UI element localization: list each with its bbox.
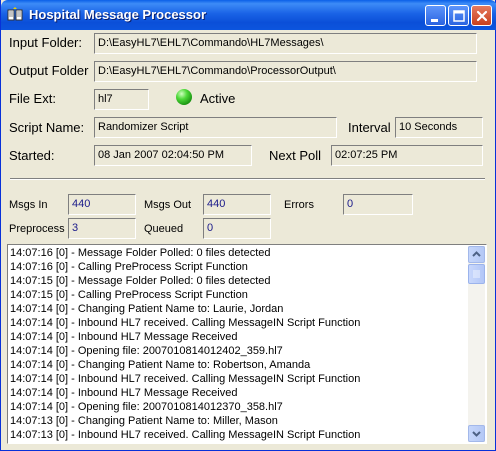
log-line[interactable]: 14:07:14 [0] - Changing Patient Name to:… — [10, 358, 466, 372]
errors-label: Errors — [284, 199, 314, 211]
log-line[interactable]: 14:07:14 [0] - Changing Patient Name to:… — [10, 302, 466, 316]
grip-icon — [473, 270, 480, 278]
log-scrollbar[interactable] — [468, 246, 485, 442]
output-folder-field[interactable]: D:\EasyHL7\EHL7\Commando\ProcessorOutput… — [94, 61, 477, 82]
log-line[interactable]: 14:07:14 [0] - Inbound HL7 received. Cal… — [10, 372, 466, 386]
file-ext-field[interactable]: hl7 — [94, 89, 149, 110]
file-ext-label: File Ext: — [9, 91, 56, 106]
script-name-field[interactable]: Randomizer Script — [94, 117, 337, 138]
maximize-icon — [453, 10, 465, 22]
next-poll-label: Next Poll — [269, 148, 322, 163]
errors-value: 0 — [343, 194, 413, 215]
separator — [10, 178, 485, 180]
status-label: Active — [200, 91, 236, 106]
close-icon — [476, 10, 488, 22]
queued-label: Queued — [144, 223, 184, 235]
msgs-in-value: 440 — [68, 194, 136, 215]
close-button[interactable] — [471, 5, 492, 26]
msgs-out-value: 440 — [203, 194, 271, 215]
chevron-up-icon — [472, 251, 481, 257]
log-line[interactable]: 14:07:16 [0] - Calling PreProcess Script… — [10, 260, 466, 274]
output-folder-label: Output Folder — [9, 63, 89, 78]
window-title: Hospital Message Processor — [29, 7, 207, 22]
input-folder-field[interactable]: D:\EasyHL7\EHL7\Commando\HL7Messages\ — [94, 33, 477, 54]
input-folder-label: Input Folder: — [9, 35, 82, 50]
log-line[interactable]: 14:07:13 [0] - Changing Patient Name to:… — [10, 414, 466, 428]
title-bar[interactable]: Hospital Message Processor — [1, 0, 496, 30]
log-list: 14:07:16 [0] - Message Folder Polled: 0 … — [10, 246, 466, 442]
log-line[interactable]: 14:07:13 [0] - Inbound HL7 received. Cal… — [10, 428, 466, 442]
interval-label: Interval — [348, 120, 391, 135]
log-line[interactable]: 14:07:14 [0] - Inbound HL7 Message Recei… — [10, 386, 466, 400]
scroll-thumb[interactable] — [468, 264, 485, 284]
log-listbox[interactable]: 14:07:16 [0] - Message Folder Polled: 0 … — [7, 244, 487, 444]
started-field: 08 Jan 2007 02:04:50 PM — [94, 145, 252, 166]
preprocess-label: Preprocess — [9, 223, 65, 235]
status-indicator-icon — [176, 89, 192, 105]
msgs-in-label: Msgs In — [9, 199, 48, 211]
app-window: Hospital Message Processor Input Folder:… — [0, 0, 496, 451]
next-poll-field: 02:07:25 PM — [331, 145, 483, 166]
app-icon — [7, 7, 23, 21]
log-line[interactable]: 14:07:16 [0] - Message Folder Polled: 0 … — [10, 246, 466, 260]
msgs-out-label: Msgs Out — [144, 199, 192, 211]
minimize-icon — [431, 19, 438, 22]
interval-field[interactable]: 10 Seconds — [395, 117, 483, 138]
log-line[interactable]: 14:07:14 [0] - Inbound HL7 received. Cal… — [10, 316, 466, 330]
minimize-button[interactable] — [425, 5, 446, 26]
log-line[interactable]: 14:07:15 [0] - Message Folder Polled: 0 … — [10, 274, 466, 288]
scroll-up-button[interactable] — [468, 246, 485, 263]
log-line[interactable]: 14:07:14 [0] - Inbound HL7 Message Recei… — [10, 330, 466, 344]
chevron-down-icon — [472, 431, 481, 437]
maximize-button[interactable] — [448, 5, 469, 26]
started-label: Started: — [9, 148, 55, 163]
scroll-down-button[interactable] — [468, 425, 485, 442]
preprocess-value: 3 — [68, 218, 136, 239]
log-line[interactable]: 14:07:14 [0] - Opening file: 20070108140… — [10, 344, 466, 358]
script-name-label: Script Name: — [9, 120, 85, 135]
queued-value: 0 — [203, 218, 271, 239]
log-line[interactable]: 14:07:15 [0] - Calling PreProcess Script… — [10, 288, 466, 302]
log-line[interactable]: 14:07:14 [0] - Opening file: 20070108140… — [10, 400, 466, 414]
